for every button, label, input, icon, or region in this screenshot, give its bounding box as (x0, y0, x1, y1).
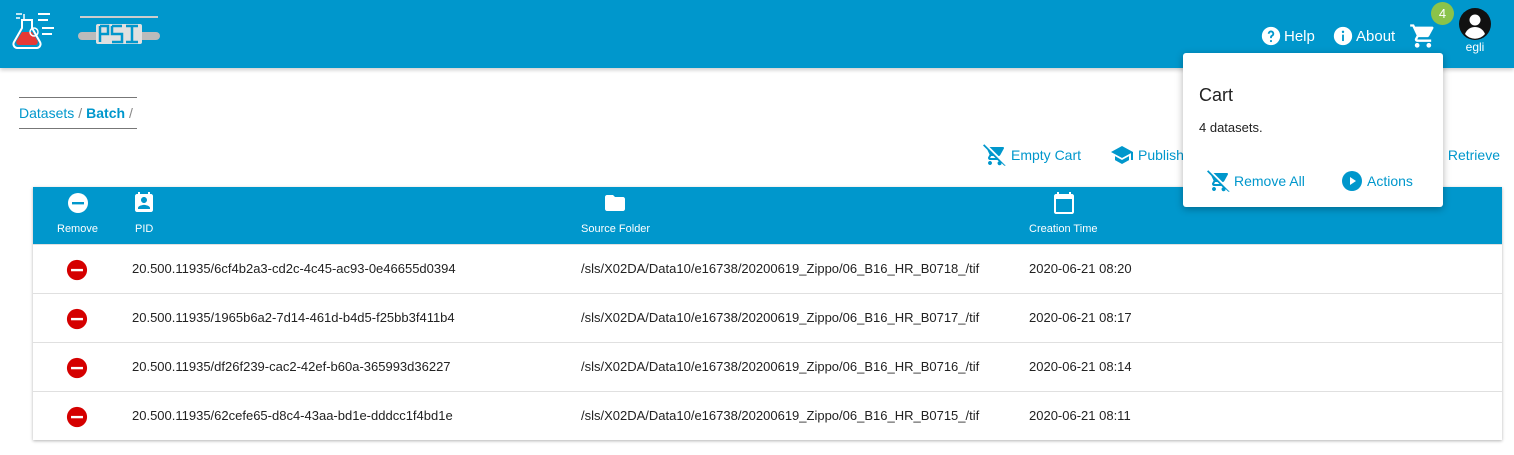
cart-title: Cart (1199, 85, 1234, 105)
remove-row-icon[interactable] (66, 406, 88, 428)
column-source-folder: Source Folder (581, 187, 681, 244)
remove-all-label: Remove All (1234, 173, 1305, 189)
minus-circle-icon (68, 193, 88, 213)
row-source-folder: /sls/X02DA/Data10/e16738/20200619_Zippo/… (581, 408, 980, 423)
cart-count-text: 4 datasets. (1199, 120, 1263, 135)
folder-icon (605, 195, 625, 211)
row-creation-time: 2020-06-21 08:11 (1029, 408, 1131, 423)
column-label: PID (135, 223, 154, 235)
publish-button[interactable]: Publish (1110, 143, 1184, 167)
remove-row-icon[interactable] (66, 308, 88, 330)
remove-row-icon[interactable] (66, 259, 88, 281)
row-pid: 20.500.11935/1965b6a2-7d14-461d-b4d5-f25… (132, 310, 455, 325)
play-circle-icon (1342, 171, 1362, 191)
remove-row-icon[interactable] (66, 357, 88, 379)
empty-cart-label: Empty Cart (1011, 147, 1082, 163)
about-link[interactable]: About (1332, 24, 1395, 48)
row-pid: 20.500.11935/62cefe65-d8c4-43aa-bd1e-ddd… (132, 408, 453, 423)
breadcrumb: Datasets / Batch / (19, 97, 137, 129)
breadcrumb-batch: Batch (86, 105, 126, 121)
empty-cart-button[interactable]: Empty Cart (983, 143, 1081, 167)
row-pid: 20.500.11935/6cf4b2a3-cd2c-4c45-ac93-0e4… (132, 261, 456, 276)
retrieve-label: Retrieve (1447, 147, 1500, 163)
badge-icon (135, 192, 153, 212)
table-row[interactable]: 20.500.11935/1965b6a2-7d14-461d-b4d5-f25… (33, 293, 1502, 342)
cart-popup: Cart 4 datasets. Remove All Actions (1183, 53, 1443, 207)
column-remove: Remove (33, 187, 123, 244)
psi-logo[interactable] (78, 14, 160, 46)
cart-icon[interactable] (1408, 22, 1438, 50)
help-link[interactable]: Help (1260, 24, 1315, 48)
remove-shopping-cart-icon (983, 144, 1006, 166)
row-creation-time: 2020-06-21 08:14 (1029, 359, 1132, 374)
scicat-logo[interactable] (12, 10, 58, 52)
batch-table: Remove PID Source Folder Creation Time 2… (33, 187, 1502, 440)
calendar-icon (1054, 192, 1074, 214)
row-source-folder: /sls/X02DA/Data10/e16738/20200619_Zippo/… (581, 359, 980, 374)
breadcrumb-datasets[interactable]: Datasets (19, 105, 74, 121)
column-label: Creation Time (1029, 223, 1098, 235)
table-row[interactable]: 20.500.11935/df26f239-cac2-42ef-b60a-365… (33, 342, 1502, 391)
column-pid: PID (132, 187, 192, 244)
row-source-folder: /sls/X02DA/Data10/e16738/20200619_Zippo/… (581, 310, 980, 325)
info-icon (1333, 26, 1353, 46)
username-label: egli (1465, 40, 1485, 54)
breadcrumb-separator: / (78, 105, 83, 121)
school-icon (1111, 146, 1133, 164)
actions-label: Actions (1367, 173, 1413, 189)
row-creation-time: 2020-06-21 08:20 (1029, 261, 1132, 276)
account-icon[interactable] (1459, 8, 1491, 40)
about-label: About (1356, 27, 1396, 45)
column-label: Source Folder (581, 223, 651, 235)
remove-shopping-cart-icon (1207, 170, 1230, 192)
table-row[interactable]: 20.500.11935/6cf4b2a3-cd2c-4c45-ac93-0e4… (33, 244, 1502, 293)
cart-count-badge: 4 (1431, 2, 1454, 25)
breadcrumb-separator: / (129, 105, 133, 121)
table-row[interactable]: 20.500.11935/62cefe65-d8c4-43aa-bd1e-ddd… (33, 391, 1502, 440)
help-icon (1261, 26, 1281, 46)
row-creation-time: 2020-06-21 08:17 (1029, 310, 1132, 325)
row-pid: 20.500.11935/df26f239-cac2-42ef-b60a-365… (132, 359, 451, 374)
actions-button[interactable]: Actions (1340, 169, 1413, 193)
publish-label: Publish (1138, 147, 1184, 163)
help-label: Help (1284, 27, 1315, 45)
row-source-folder: /sls/X02DA/Data10/e16738/20200619_Zippo/… (581, 261, 980, 276)
column-creation-time: Creation Time (1029, 187, 1109, 244)
remove-all-button[interactable]: Remove All (1207, 169, 1305, 193)
column-label: Remove (57, 223, 98, 235)
retrieve-button[interactable]: Retrieve (1436, 143, 1500, 167)
